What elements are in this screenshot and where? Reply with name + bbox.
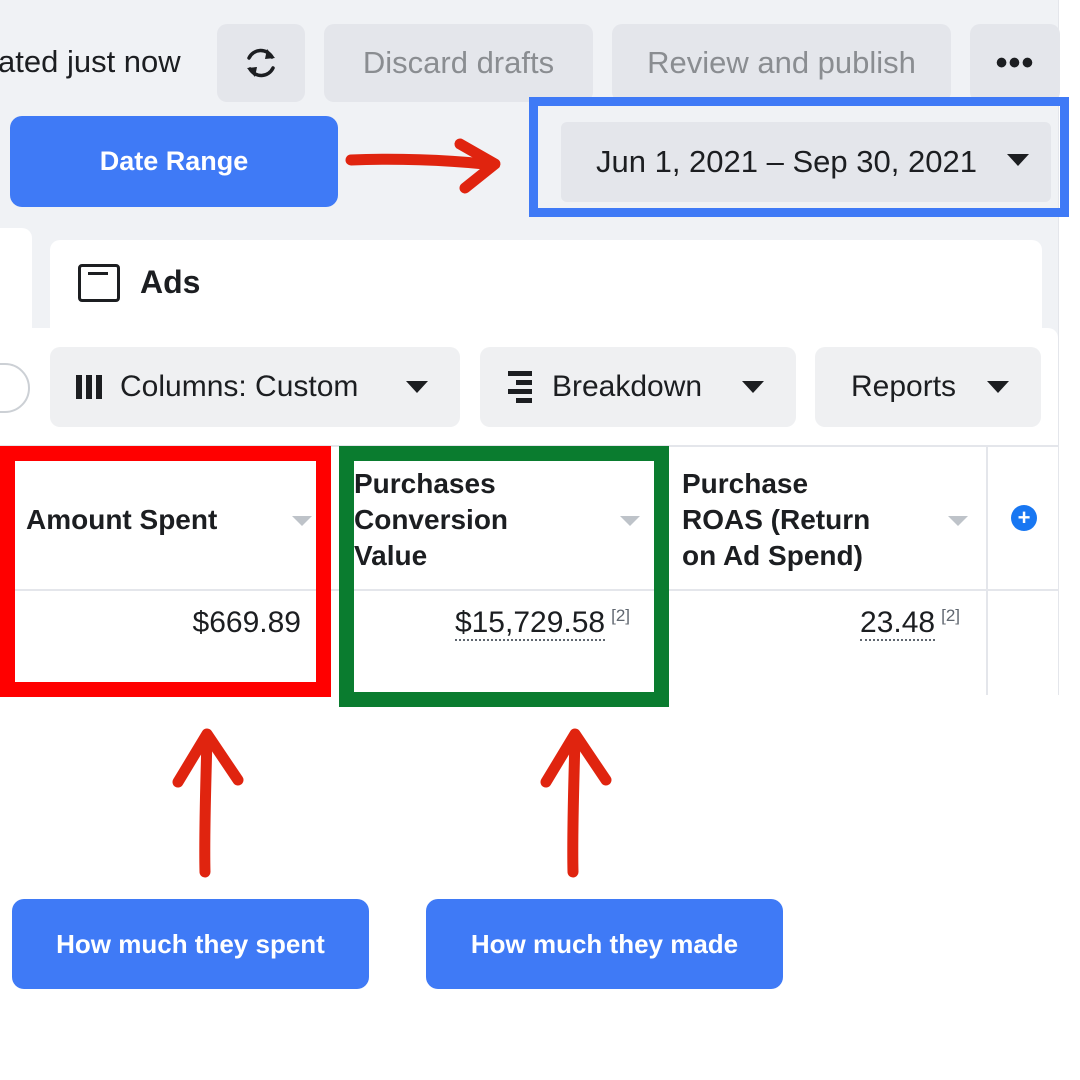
reports-button[interactable]: Reports (815, 347, 1041, 427)
refresh-button[interactable] (217, 24, 305, 102)
columns-label: Columns: Custom (120, 370, 359, 403)
cell-roas-text: 23.48 (860, 606, 936, 641)
discard-drafts-button[interactable]: Discard drafts (324, 24, 593, 102)
header-line: Purchase (682, 468, 809, 499)
conversion-value-highlight-box (339, 446, 669, 707)
ads-icon (78, 264, 120, 302)
date-range-highlight-box (529, 97, 1069, 217)
spent-callout: How much they spent (12, 899, 369, 989)
tab-ads-label: Ads (140, 264, 201, 300)
caret-down-icon (406, 381, 428, 393)
arrow-to-amount-spent (172, 728, 244, 878)
header-line: on Ad Spend) (682, 540, 863, 571)
draft-status-text: ated just now (0, 44, 181, 79)
breakdown-button[interactable]: Breakdown (480, 347, 796, 427)
breakdown-icon (508, 371, 532, 403)
made-callout: How much they made (426, 899, 783, 989)
reports-label: Reports (851, 370, 957, 403)
footnote-marker: [2] (941, 606, 960, 625)
amount-spent-highlight-box (0, 446, 331, 697)
add-column-icon[interactable]: + (1011, 505, 1037, 531)
refresh-icon (247, 48, 275, 78)
arrow-to-conversion-value (540, 728, 612, 878)
header-purchase-roas[interactable]: Purchase ROAS (Return on Ad Spend) (682, 466, 870, 574)
arrow-to-date-range (345, 138, 501, 194)
columns-button[interactable]: Columns: Custom (50, 347, 460, 427)
caret-down-icon (742, 381, 764, 393)
column-divider (986, 446, 988, 695)
breakdown-label: Breakdown (552, 370, 703, 403)
date-range-callout: Date Range (10, 116, 338, 207)
columns-icon (76, 375, 102, 399)
caret-down-icon (987, 381, 1009, 393)
cell-roas[interactable]: 23.48 [2] (860, 606, 960, 641)
sort-icon[interactable] (948, 516, 968, 526)
header-line: ROAS (Return (682, 504, 871, 535)
more-icon[interactable]: ••• (970, 24, 1060, 102)
review-and-publish-button[interactable]: Review and publish (612, 24, 951, 102)
